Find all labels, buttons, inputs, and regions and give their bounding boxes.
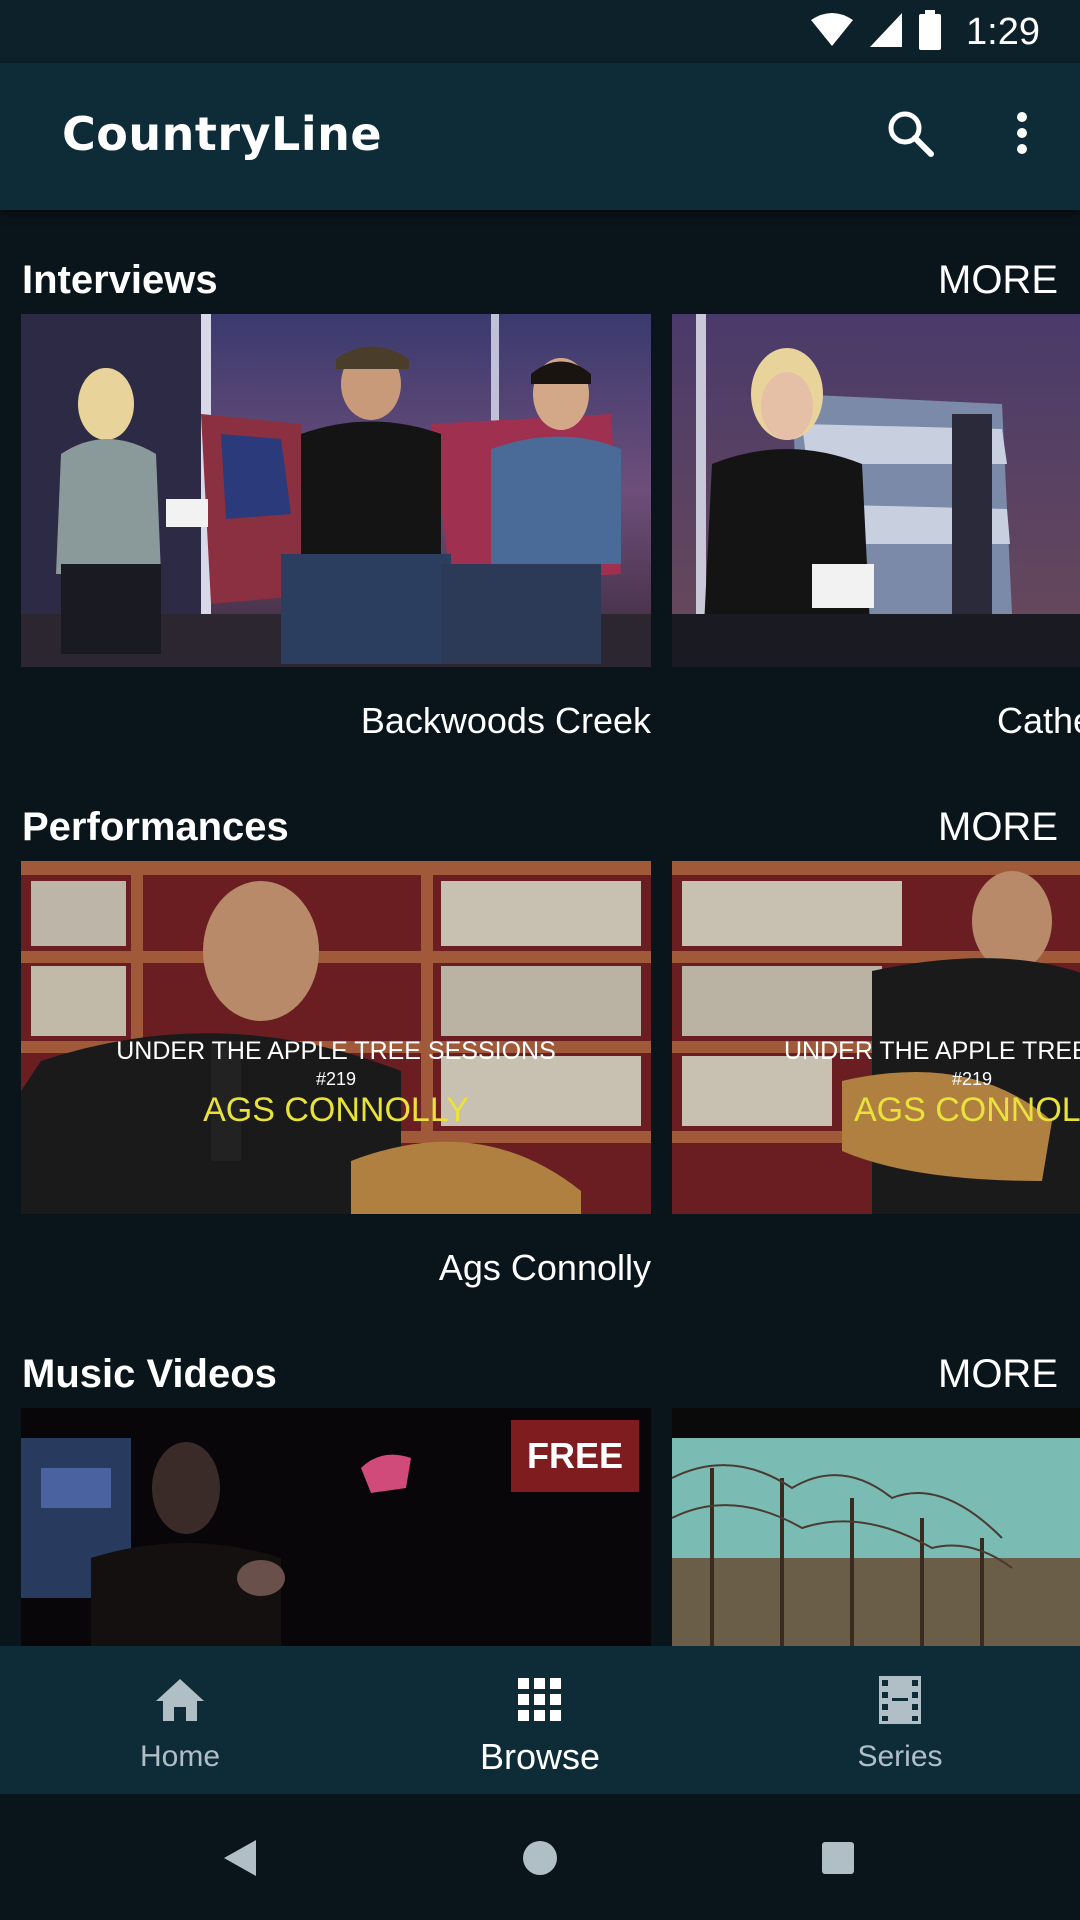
nav-label: Series xyxy=(857,1740,943,1773)
more-vert-icon xyxy=(1015,111,1029,160)
section-title: Music Videos xyxy=(22,1352,277,1396)
signal-icon xyxy=(868,11,904,54)
status-bar: 1:29 xyxy=(0,0,1080,63)
home-icon xyxy=(154,1672,206,1728)
card-title: Ags Connolly xyxy=(438,1247,651,1288)
nav-series[interactable]: Series xyxy=(720,1646,1080,1794)
card-title: Cathe xyxy=(997,700,1080,741)
bottom-navigation: Home Browse Series xyxy=(0,1646,1080,1794)
video-thumbnail xyxy=(21,314,651,667)
nav-browse[interactable]: Browse xyxy=(360,1646,720,1794)
video-thumbnail: UNDER THE APPLE TREE SESSIONS #219 AGS C… xyxy=(21,861,651,1214)
app-title: CountryLine xyxy=(62,107,383,161)
section-title: Interviews xyxy=(22,258,218,302)
video-thumbnail: UNDER THE APPLE TREE S #219 AGS CONNOL xyxy=(672,861,1080,1214)
overlay-episode-text: #219 xyxy=(951,1069,993,1089)
overflow-menu-button[interactable] xyxy=(986,99,1058,171)
search-icon xyxy=(885,108,935,163)
wifi-icon xyxy=(810,12,854,53)
video-thumbnail: FREE xyxy=(21,1408,651,1646)
section-title: Performances xyxy=(22,805,289,849)
overlay-series-text: UNDER THE APPLE TREE S xyxy=(784,1037,1080,1065)
video-thumbnail xyxy=(672,314,1080,667)
back-button[interactable] xyxy=(210,1830,270,1890)
system-navigation-bar xyxy=(0,1794,1080,1920)
free-badge: FREE xyxy=(511,1420,639,1492)
nav-label: Home xyxy=(139,1740,221,1773)
square-recents-icon xyxy=(821,1841,855,1880)
video-thumbnail xyxy=(672,1408,1080,1646)
app-bar: CountryLine xyxy=(0,63,1080,210)
card-row: FREE xyxy=(21,1408,1080,1646)
card-title: Backwoods Creek xyxy=(360,700,651,741)
more-button[interactable]: MORE xyxy=(938,805,1058,850)
card-row: Backwoods Creek Cath xyxy=(21,314,1080,741)
overlay-series-text: UNDER THE APPLE TREE SESSIONS xyxy=(116,1037,556,1065)
circle-home-icon xyxy=(521,1839,559,1882)
more-button[interactable]: MORE xyxy=(938,258,1058,303)
video-card[interactable]: FREE xyxy=(21,1408,651,1646)
search-button[interactable] xyxy=(874,99,946,171)
overlay-artist-text: AGS CONNOL xyxy=(854,1091,1080,1129)
video-card[interactable]: UNDER THE APPLE TREE SESSIONS #219 AGS C… xyxy=(21,861,651,1288)
video-card[interactable] xyxy=(672,1408,1080,1646)
overlay-episode-text: #219 xyxy=(315,1069,357,1089)
card-row: UNDER THE APPLE TREE SESSIONS #219 AGS C… xyxy=(21,861,1080,1288)
more-button[interactable]: MORE xyxy=(938,1352,1058,1397)
status-time: 1:29 xyxy=(966,10,1040,53)
recents-button[interactable] xyxy=(808,1830,868,1890)
video-card[interactable]: UNDER THE APPLE TREE S #219 AGS CONNOL xyxy=(672,861,1080,1281)
browse-content[interactable]: Interviews MORE Backwoods Creek Cath Per… xyxy=(0,210,1080,1646)
video-card[interactable]: Backwoods Creek xyxy=(21,314,651,741)
film-icon xyxy=(879,1672,921,1728)
nav-home[interactable]: Home xyxy=(0,1646,360,1794)
grid-icon xyxy=(518,1672,562,1728)
nav-label: Browse xyxy=(479,1736,601,1777)
home-system-button[interactable] xyxy=(510,1830,570,1890)
video-card[interactable]: Cathe xyxy=(672,314,1080,741)
status-icons: 1:29 xyxy=(810,8,1040,56)
back-icon xyxy=(222,1838,258,1883)
battery-icon xyxy=(918,9,942,55)
overlay-artist-text: AGS CONNOLLY xyxy=(203,1091,469,1129)
